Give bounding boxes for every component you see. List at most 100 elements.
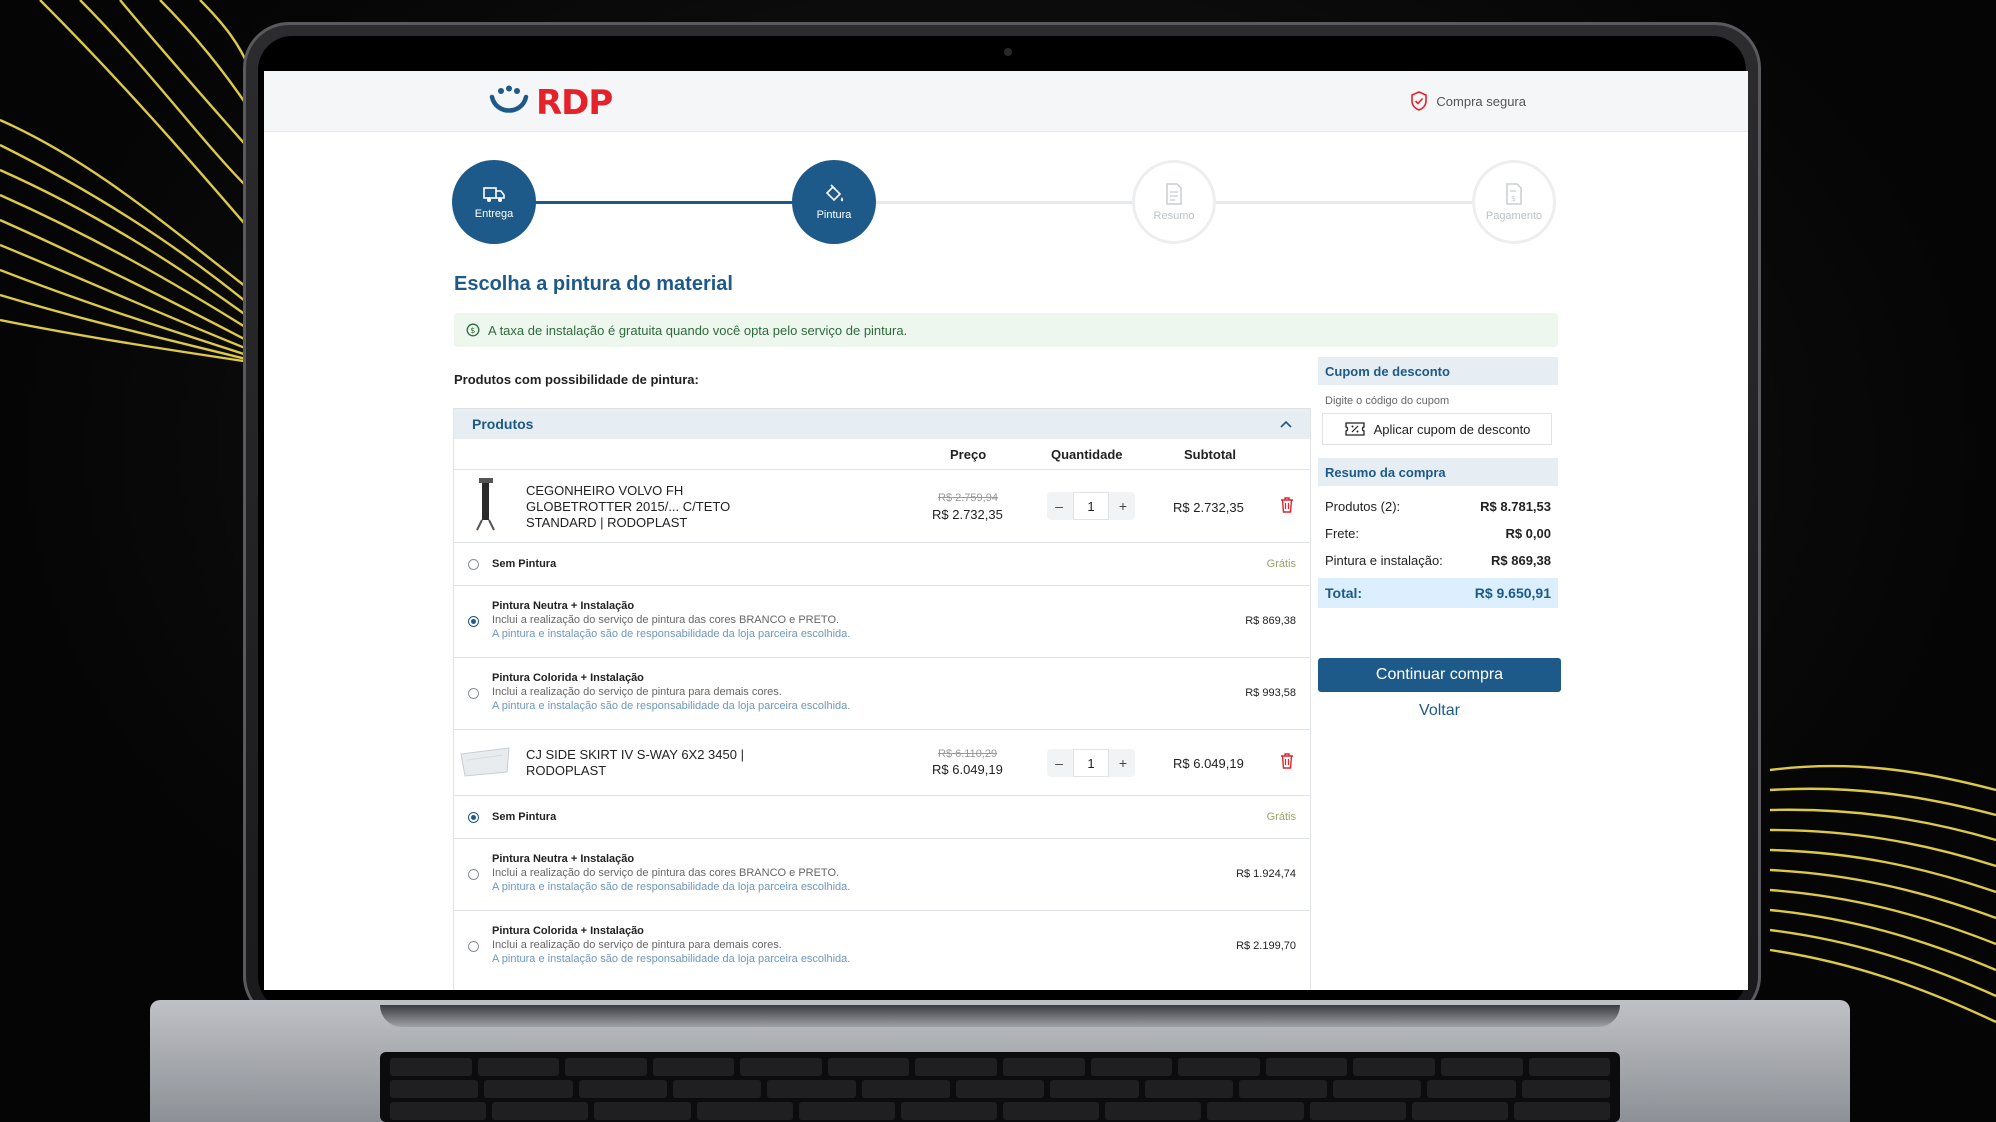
paint-option[interactable]: Pintura Colorida + Instalação Inclui a r… (454, 657, 1310, 729)
radio-button[interactable] (468, 688, 479, 699)
page-title: Escolha a pintura do material (454, 273, 733, 295)
radio-button[interactable] (468, 616, 479, 627)
step-resumo[interactable]: Resumo (1132, 160, 1216, 244)
price-old: R$ 2.759,94 (938, 492, 998, 504)
document-icon (1166, 183, 1182, 205)
subtotal: R$ 6.049,19 (1173, 756, 1244, 771)
product-name[interactable]: CEGONHEIRO VOLVO FH GLOBETROTTER 2015/..… (526, 483, 756, 531)
payment-document-icon: $ (1506, 183, 1522, 205)
continue-button[interactable]: Continuar compra (1318, 658, 1561, 692)
products-accordion-header[interactable]: Produtos (454, 409, 1310, 439)
step-label: Pintura (816, 209, 852, 221)
products-header-label: Produtos (472, 416, 534, 432)
option-note: A pintura e instalação são de responsabi… (492, 953, 851, 965)
radio-button[interactable] (468, 869, 479, 880)
decrease-button[interactable]: – (1047, 749, 1071, 777)
back-link[interactable]: Voltar (1318, 702, 1561, 720)
option-price: R$ 2.199,70 (1236, 940, 1296, 952)
summary-painting: Pintura e instalação: R$ 869,38 (1318, 547, 1558, 574)
checkout-stepper: Entrega Pintura Resumo $ Pagamento (452, 160, 1556, 244)
notice-text: A taxa de instalação é gratuita quando v… (488, 322, 908, 338)
section-label: Produtos com possibilidade de pintura: (454, 372, 699, 387)
logo-text: RDP (536, 83, 613, 123)
keyboard (380, 1052, 1620, 1122)
radio-button[interactable] (468, 941, 479, 952)
product-thumbnail (460, 747, 510, 777)
price-new: R$ 2.732,35 (932, 507, 1003, 522)
apply-coupon-label: Aplicar cupom de desconto (1373, 421, 1531, 437)
quantity-stepper: – 1 + (1047, 749, 1135, 777)
coupon-title: Cupom de desconto (1318, 357, 1558, 385)
col-subtotal: Subtotal (1184, 447, 1236, 462)
product-name[interactable]: CJ SIDE SKIRT IV S-WAY 6X2 3450 | RODOPL… (526, 747, 766, 779)
product-row: CEGONHEIRO VOLVO FH GLOBETROTTER 2015/..… (454, 469, 1310, 542)
info-notice: $ A taxa de instalação é gratuita quando… (454, 313, 1558, 347)
option-title: Sem Pintura (492, 811, 557, 823)
summary-value: R$ 869,38 (1491, 553, 1551, 568)
option-price: R$ 1.924,74 (1236, 868, 1296, 880)
option-description: Inclui a realização do serviço de pintur… (492, 686, 782, 698)
browser-screen: RDP Compra segura Entrega Pintura Resumo… (264, 71, 1748, 990)
quantity-input[interactable]: 1 (1073, 492, 1109, 520)
secure-label: Compra segura (1436, 93, 1526, 109)
option-title: Pintura Colorida + Instalação (492, 925, 644, 937)
summary-shipping: Frete: R$ 0,00 (1318, 520, 1558, 547)
option-title: Pintura Neutra + Instalação (492, 853, 635, 865)
truck-icon (483, 187, 505, 202)
option-description: Inclui a realização do serviço de pintur… (492, 939, 782, 951)
summary-label: Produtos (2): (1325, 499, 1401, 514)
column-headers: Preço Quantidade Subtotal (454, 439, 1310, 469)
paint-option[interactable]: Pintura Neutra + Instalação Inclui a rea… (454, 585, 1310, 657)
increase-button[interactable]: + (1111, 749, 1135, 777)
summary-value: R$ 0,00 (1505, 526, 1551, 541)
radio-button[interactable] (468, 812, 479, 823)
price-old: R$ 6.110,29 (938, 748, 998, 760)
trash-icon[interactable] (1280, 497, 1294, 513)
product-row: CJ SIDE SKIRT IV S-WAY 6X2 3450 | RODOPL… (454, 729, 1310, 795)
step-label: Pagamento (1485, 210, 1543, 222)
step-label: Resumo (1153, 210, 1195, 222)
paint-bucket-icon (825, 184, 844, 202)
decrease-button[interactable]: – (1047, 492, 1071, 520)
radio-button[interactable] (468, 559, 479, 570)
order-sidebar: Cupom de desconto Digite o código do cup… (1318, 357, 1558, 608)
col-quantity: Quantidade (1051, 447, 1123, 462)
products-table: Produtos Preço Quantidade Subtotal CEGON… (453, 408, 1311, 990)
product-thumbnail (476, 478, 495, 531)
paint-option[interactable]: Sem Pintura Grátis (454, 795, 1310, 838)
total-value: R$ 9.650,91 (1474, 585, 1551, 601)
stage: RDP Compra segura Entrega Pintura Resumo… (0, 0, 1996, 1122)
smile-logo-icon (489, 85, 529, 113)
trash-icon[interactable] (1280, 753, 1294, 769)
step-connector (1212, 201, 1482, 204)
rdp-logo[interactable]: RDP (488, 83, 613, 123)
step-pintura[interactable]: Pintura (792, 160, 876, 244)
option-title: Pintura Neutra + Instalação (492, 600, 635, 612)
apply-coupon-button[interactable]: Aplicar cupom de desconto (1322, 413, 1552, 445)
increase-button[interactable]: + (1111, 492, 1135, 520)
summary-value: R$ 8.781,53 (1480, 499, 1551, 514)
subtotal: R$ 2.732,35 (1173, 500, 1244, 515)
option-title: Sem Pintura (492, 558, 557, 570)
step-label: Entrega (474, 208, 514, 220)
step-connector (532, 201, 797, 204)
paint-option[interactable]: Sem Pintura Grátis (454, 542, 1310, 585)
step-pagamento[interactable]: $ Pagamento (1472, 160, 1556, 244)
summary-total: Total: R$ 9.650,91 (1318, 578, 1558, 608)
coin-icon: $ (466, 323, 480, 337)
option-note: A pintura e instalação são de responsabi… (492, 628, 851, 640)
step-entrega[interactable]: Entrega (452, 160, 536, 244)
option-description: Inclui a realização do serviço de pintur… (492, 867, 840, 879)
quantity-input[interactable]: 1 (1073, 749, 1109, 777)
ticket-icon (1344, 422, 1365, 436)
summary-title: Resumo da compra (1318, 458, 1558, 486)
secure-purchase: Compra segura (1410, 91, 1526, 111)
col-price: Preço (950, 447, 987, 462)
paint-option[interactable]: Pintura Colorida + Instalação Inclui a r… (454, 910, 1310, 982)
paint-option[interactable]: Pintura Neutra + Instalação Inclui a rea… (454, 838, 1310, 910)
price-new: R$ 6.049,19 (932, 762, 1003, 777)
option-title: Pintura Colorida + Instalação (492, 672, 644, 684)
chevron-up-icon[interactable] (1280, 420, 1292, 428)
step-connector (872, 201, 1142, 204)
svg-text:$: $ (470, 326, 475, 335)
